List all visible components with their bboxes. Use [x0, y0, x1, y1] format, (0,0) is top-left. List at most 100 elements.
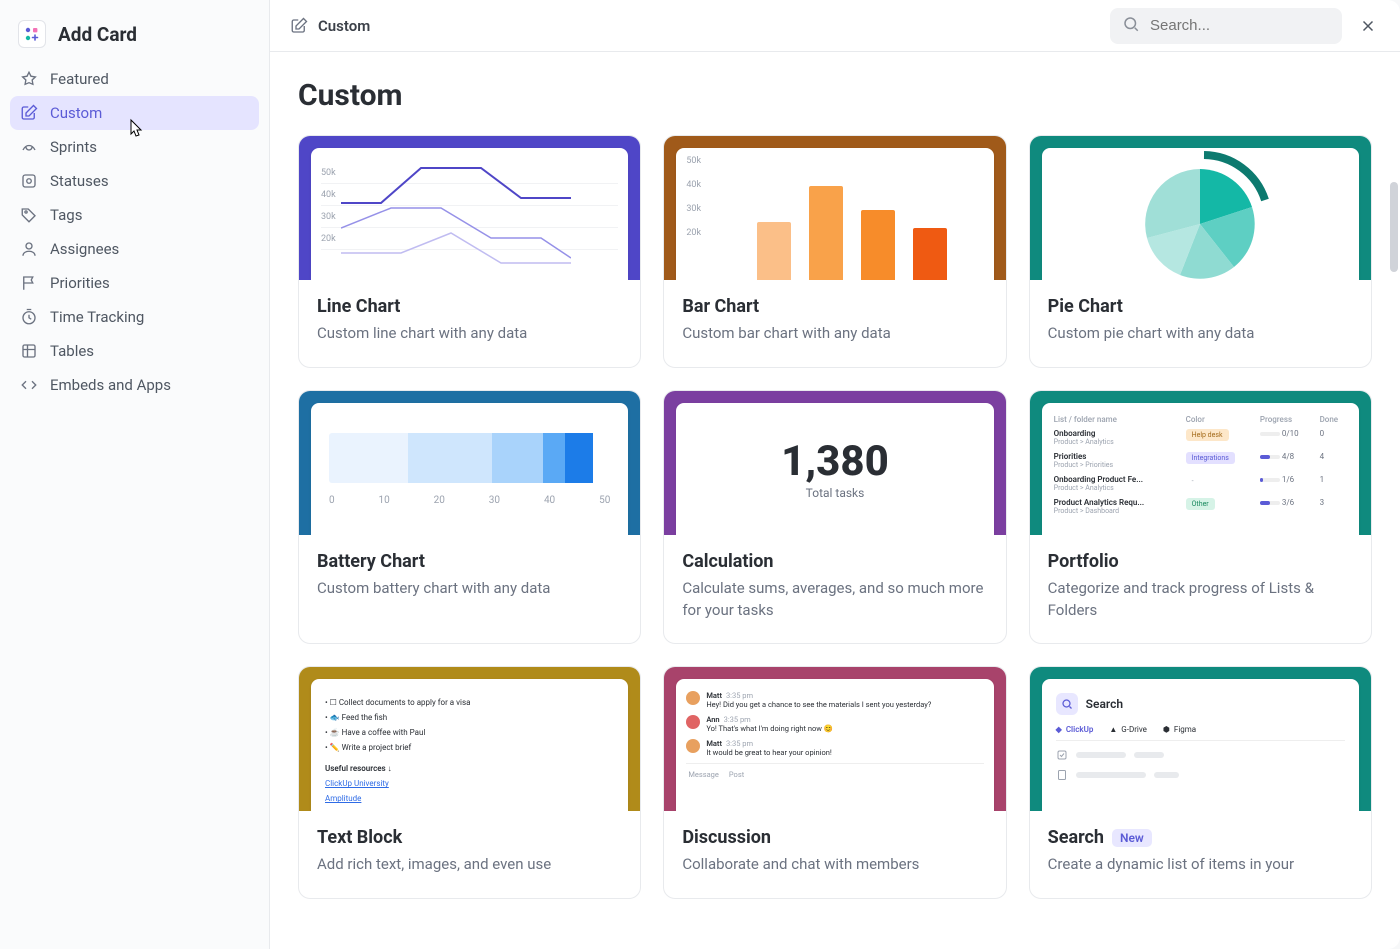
card-body: Battery Chart Custom battery chart with …	[299, 535, 640, 622]
card-desc: Custom pie chart with any data	[1048, 323, 1353, 345]
message: Matt3:35 pmIt would be great to hear you…	[686, 739, 983, 757]
card-preview: Matt3:35 pmHey! Did you get a chance to …	[664, 667, 1005, 811]
cards-grid: 50k 40k 30k 20k	[298, 135, 1372, 899]
card-desc: Custom line chart with any data	[317, 323, 622, 345]
card-desc: Collaborate and chat with members	[682, 854, 987, 876]
battery-segment	[492, 433, 543, 483]
search-title: Search	[1086, 697, 1123, 711]
card-bar-chart[interactable]: 50k 40k 30k 20k Bar Chart Custom bar cha…	[663, 135, 1006, 368]
scrollbar-thumb[interactable]	[1390, 182, 1398, 272]
card-text-block[interactable]: • ☐ Collect documents to apply for a vis…	[298, 666, 641, 899]
sidebar-item-label: Assignees	[50, 240, 119, 258]
sidebar-item-label: Sprints	[50, 138, 97, 156]
topbar: Custom	[270, 0, 1400, 52]
sidebar-item-embeds[interactable]: Embeds and Apps	[10, 368, 259, 402]
edit-icon	[290, 17, 308, 35]
card-portfolio[interactable]: List / folder name Color Progress Done O…	[1029, 390, 1372, 645]
card-battery-chart[interactable]: 01020304050 Battery Chart Custom battery…	[298, 390, 641, 645]
card-body: Bar Chart Custom bar chart with any data	[664, 280, 1005, 367]
discussion-input: Message Post	[686, 763, 983, 785]
card-desc: Custom bar chart with any data	[682, 323, 987, 345]
card-title: Portfolio	[1048, 551, 1353, 572]
col-header: Color	[1184, 413, 1258, 426]
star-icon	[20, 70, 38, 88]
sidebar-item-tables[interactable]: Tables	[10, 334, 259, 368]
axis-label: 40k	[321, 190, 336, 200]
sidebar-item-label: Tags	[50, 206, 82, 224]
scrollbar[interactable]	[1388, 52, 1398, 949]
breadcrumb-label: Custom	[318, 17, 370, 35]
axis-label: 30k	[686, 204, 701, 214]
card-title: Pie Chart	[1048, 296, 1353, 317]
card-desc: Calculate sums, averages, and so much mo…	[682, 578, 987, 622]
card-preview: 01020304050	[299, 391, 640, 535]
tick-label: 20	[434, 495, 445, 506]
sidebar-item-label: Priorities	[50, 274, 110, 292]
text-item: • ✏️ Write a project brief	[325, 740, 614, 755]
preview-inner: 1,380 Total tasks	[676, 403, 993, 535]
sidebar-title: Add Card	[58, 23, 137, 46]
card-search[interactable]: Search ◆ ClickUp ▲ G-Drive ⬢ Figma	[1029, 666, 1372, 899]
sprint-icon	[20, 138, 38, 156]
input-label: Message	[688, 770, 719, 779]
search-icon	[1122, 15, 1140, 37]
tag-icon	[20, 206, 38, 224]
card-preview: Search ◆ ClickUp ▲ G-Drive ⬢ Figma	[1030, 667, 1371, 811]
sidebar-item-statuses[interactable]: Statuses	[10, 164, 259, 198]
app-logo-icon	[18, 20, 46, 48]
calc-number: 1,380	[781, 437, 889, 486]
card-discussion[interactable]: Matt3:35 pmHey! Did you get a chance to …	[663, 666, 1006, 899]
person-icon	[20, 240, 38, 258]
card-title: Battery Chart	[317, 551, 622, 572]
calc-label: Total tasks	[806, 486, 865, 500]
bar	[809, 186, 843, 280]
card-body: Calculation Calculate sums, averages, an…	[664, 535, 1005, 644]
table-row: Product Analytics Requ...Product > Dashb…	[1052, 495, 1349, 518]
battery-ticks: 01020304050	[329, 495, 610, 506]
bars	[720, 160, 983, 280]
card-preview: 50k 40k 30k 20k	[664, 136, 1005, 280]
sidebar-item-assignees[interactable]: Assignees	[10, 232, 259, 266]
bar	[861, 210, 895, 280]
pie-chart-svg	[1115, 149, 1285, 279]
card-preview: 1,380 Total tasks	[664, 391, 1005, 535]
sidebar-item-label: Statuses	[50, 172, 109, 190]
card-title: Text Block	[317, 827, 622, 848]
axis-label: 20k	[686, 228, 701, 238]
text-link: ClickUp University	[325, 779, 389, 788]
search-box[interactable]	[1110, 8, 1342, 44]
preview-inner: Search ◆ ClickUp ▲ G-Drive ⬢ Figma	[1042, 679, 1359, 811]
sidebar-item-featured[interactable]: Featured	[10, 62, 259, 96]
card-title: Line Chart	[317, 296, 622, 317]
text-heading: Useful resources ↓	[325, 761, 614, 776]
sidebar-item-tags[interactable]: Tags	[10, 198, 259, 232]
card-title: Bar Chart	[682, 296, 987, 317]
card-pie-chart[interactable]: Pie Chart Custom pie chart with any data	[1029, 135, 1372, 368]
sidebar-item-label: Embeds and Apps	[50, 376, 171, 394]
card-body: Search New Create a dynamic list of item…	[1030, 811, 1371, 898]
timer-icon	[20, 308, 38, 326]
sidebar-item-label: Custom	[50, 104, 102, 122]
card-body: Text Block Add rich text, images, and ev…	[299, 811, 640, 898]
sidebar-item-priorities[interactable]: Priorities	[10, 266, 259, 300]
card-preview: 50k 40k 30k 20k	[299, 136, 640, 280]
battery-segments	[329, 433, 610, 483]
card-line-chart[interactable]: 50k 40k 30k 20k	[298, 135, 641, 368]
sidebar-item-time-tracking[interactable]: Time Tracking	[10, 300, 259, 334]
card-body: Pie Chart Custom pie chart with any data	[1030, 280, 1371, 367]
card-title: Calculation	[682, 551, 987, 572]
close-button[interactable]	[1356, 14, 1380, 38]
preview-inner: Matt3:35 pmHey! Did you get a chance to …	[676, 679, 993, 811]
table-row: Onboarding Product Fe...Product > Analyt…	[1052, 472, 1349, 495]
message: Matt3:35 pmHey! Did you get a chance to …	[686, 691, 983, 709]
sidebar-item-sprints[interactable]: Sprints	[10, 130, 259, 164]
preview-inner	[1042, 148, 1359, 280]
sidebar-item-custom[interactable]: Custom	[10, 96, 259, 130]
card-desc: Add rich text, images, and even use	[317, 854, 622, 876]
search-input[interactable]	[1150, 17, 1330, 34]
app-window: Add Card Featured Custom Sprints Statuse…	[0, 0, 1400, 949]
card-title: Search New	[1048, 827, 1353, 848]
search-icon	[1056, 693, 1078, 715]
card-calculation[interactable]: 1,380 Total tasks Calculation Calculate …	[663, 390, 1006, 645]
table-icon	[20, 342, 38, 360]
